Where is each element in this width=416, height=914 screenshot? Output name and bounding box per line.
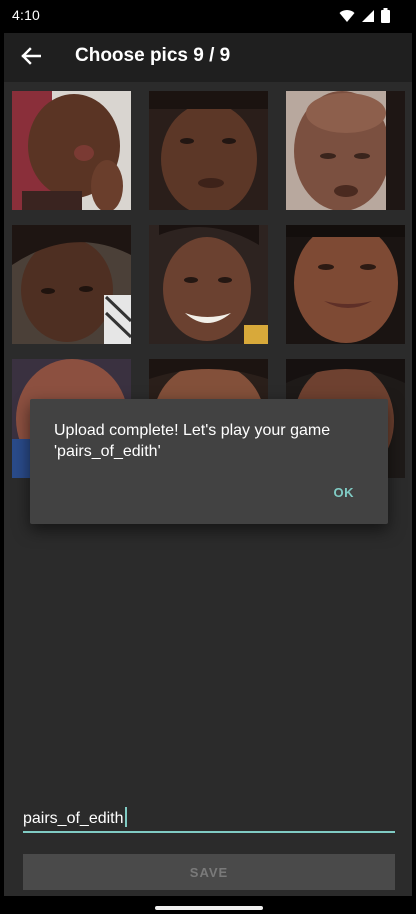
text-cursor: [124, 807, 127, 827]
game-name-value: pairs_of_edith: [23, 810, 124, 827]
navigation-bar: [0, 896, 416, 914]
dialog-message: Upload complete! Let's play your game 'p…: [54, 422, 331, 460]
game-name-input[interactable]: pairs_of_edith: [23, 803, 395, 833]
save-button[interactable]: SAVE: [23, 854, 395, 890]
upload-complete-dialog: Upload complete! Let's play your game 'p…: [30, 399, 388, 524]
screen: 4:10 Choose pics 9 / 9 Upload complete! …: [0, 0, 416, 914]
ok-button[interactable]: OK: [334, 485, 355, 500]
game-name-field-wrap: pairs_of_edith: [23, 807, 127, 828]
home-handle[interactable]: [155, 906, 263, 910]
